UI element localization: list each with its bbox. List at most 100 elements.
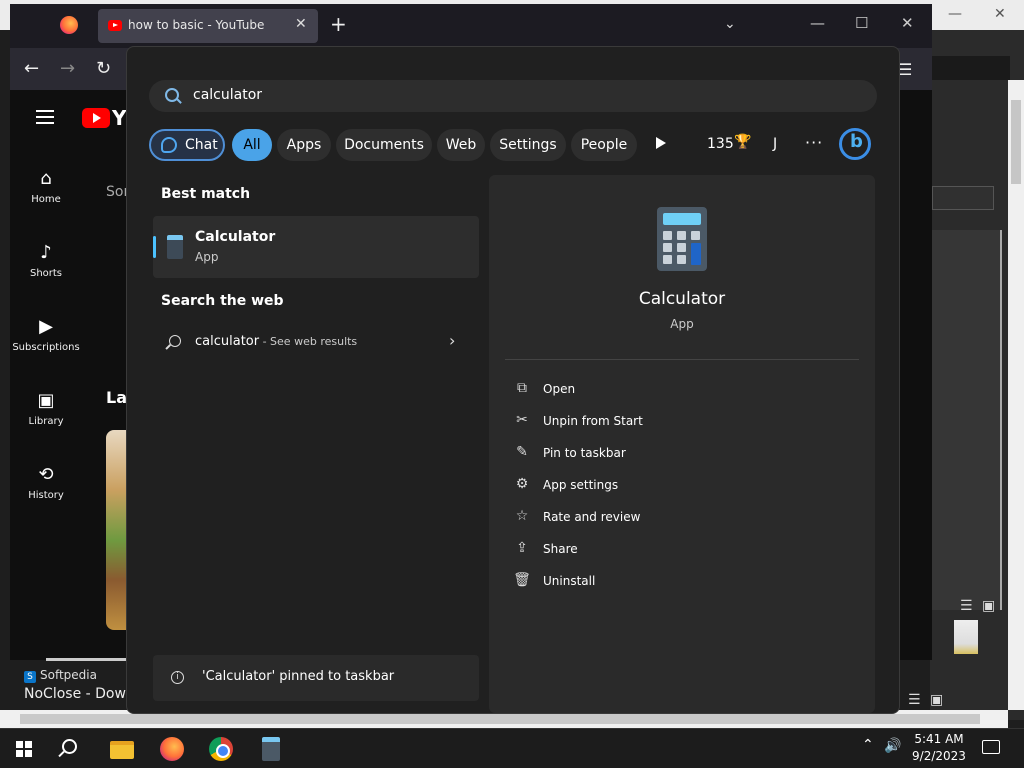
rewards-trophy-icon[interactable]: 🏆 bbox=[734, 134, 751, 150]
yt-nav-shorts[interactable]: ♪ Shorts bbox=[10, 242, 82, 279]
windows-start-icon[interactable] bbox=[16, 741, 32, 757]
tab-youtube[interactable]: how to basic - YouTube ✕ bbox=[98, 9, 318, 43]
forward-arrow-icon[interactable]: → bbox=[60, 58, 75, 79]
start-tile bbox=[25, 741, 32, 748]
new-tab-button[interactable]: + bbox=[330, 12, 347, 36]
firefox-taskbar-icon[interactable] bbox=[158, 735, 186, 763]
home-icon: ⌂ bbox=[40, 168, 52, 189]
bing-chat-icon bbox=[161, 137, 177, 153]
action-uninstall[interactable]: 🗑 Uninstall bbox=[513, 570, 833, 594]
action-rate-and-review[interactable]: ☆ Rate and review bbox=[513, 506, 833, 530]
detail-subtitle: App bbox=[670, 317, 694, 331]
background-list-panel bbox=[932, 230, 1002, 610]
action-unpin-from-start[interactable]: ✂ Unpin from Start bbox=[513, 410, 833, 434]
video-thumbnail[interactable] bbox=[106, 430, 128, 630]
taskbar: ⌃ 🔊 5:41 AM 9/2/2023 bbox=[0, 728, 1024, 768]
history-icon: ⟲ bbox=[38, 464, 54, 485]
chrome-icon[interactable] bbox=[207, 735, 235, 763]
search-input[interactable] bbox=[193, 87, 793, 103]
yt-nav-history[interactable]: ⟲ History bbox=[10, 464, 82, 501]
youtube-logo-icon[interactable] bbox=[82, 108, 110, 128]
thumbnail-view-icon-lower[interactable]: ▣ bbox=[930, 692, 943, 708]
clock-date[interactable]: 9/2/2023 bbox=[906, 749, 972, 763]
search-box[interactable] bbox=[149, 80, 877, 112]
best-match-subtitle: App bbox=[195, 250, 219, 264]
clock-time[interactable]: 5:41 AM bbox=[906, 732, 972, 746]
yt-nav-label: Shorts bbox=[29, 268, 63, 279]
filter-web[interactable]: Web bbox=[437, 129, 485, 161]
library-icon: ▣ bbox=[37, 390, 55, 411]
background-close-icon[interactable]: ✕ bbox=[994, 6, 1006, 22]
details-view-icon-lower[interactable]: ☰ bbox=[908, 692, 921, 708]
close-button[interactable]: ✕ bbox=[901, 14, 914, 32]
back-arrow-icon[interactable]: ← bbox=[24, 58, 39, 79]
toast-text: 'Calculator' pinned to taskbar bbox=[202, 669, 395, 684]
search-web-heading: Search the web bbox=[161, 293, 284, 309]
action-pin-to-taskbar[interactable]: ✎ Pin to taskbar bbox=[513, 442, 833, 466]
background-search-box[interactable] bbox=[932, 186, 994, 210]
app-menu-icon[interactable]: ☰ bbox=[898, 60, 912, 79]
start-search-panel: Chat All Apps Documents Web Settings Peo… bbox=[126, 46, 900, 714]
shorts-icon: ♪ bbox=[40, 242, 52, 263]
action-share[interactable]: ⇪ Share bbox=[513, 538, 833, 562]
firefox-icon bbox=[60, 16, 78, 34]
details-view-icon[interactable]: ☰ bbox=[960, 598, 973, 614]
yt-nav-home[interactable]: ⌂ Home bbox=[10, 168, 82, 205]
tab-list-chevron-icon[interactable]: ⌄ bbox=[724, 16, 736, 32]
minimize-button[interactable]: — bbox=[810, 14, 825, 32]
unpin-icon: ✂ bbox=[516, 412, 528, 428]
calculator-key bbox=[663, 255, 672, 264]
calculator-taskbar-icon[interactable] bbox=[256, 735, 284, 763]
hamburger-menu-icon[interactable] bbox=[36, 110, 54, 124]
best-match-calculator[interactable]: Calculator App bbox=[153, 216, 479, 278]
yt-nav-label: Home bbox=[31, 194, 61, 205]
calculator-key bbox=[677, 243, 686, 252]
filter-people[interactable]: People bbox=[571, 129, 637, 161]
volume-icon[interactable]: 🔊 bbox=[884, 738, 901, 754]
chrome-shape bbox=[209, 737, 233, 761]
calculator-equals-key bbox=[691, 243, 701, 265]
action-app-settings[interactable]: ⚙ App settings bbox=[513, 474, 833, 498]
pinned-toast: i 'Calculator' pinned to taskbar bbox=[153, 655, 479, 701]
tray-chevron-up-icon[interactable]: ⌃ bbox=[862, 737, 874, 753]
file-explorer-icon[interactable] bbox=[108, 735, 136, 763]
yt-nav-subscriptions[interactable]: ▶ Subscriptions bbox=[10, 316, 82, 353]
filter-row: Chat All Apps Documents Web Settings Peo… bbox=[149, 128, 889, 163]
calculator-screen bbox=[663, 213, 701, 225]
more-options-icon[interactable]: ··· bbox=[805, 133, 823, 152]
horizontal-scrollbar-thumb[interactable] bbox=[20, 714, 980, 724]
tab-close-icon[interactable]: ✕ bbox=[295, 16, 307, 32]
filter-all[interactable]: All bbox=[232, 129, 272, 161]
folder-shape bbox=[110, 741, 134, 759]
background-minimize-icon[interactable]: — bbox=[948, 6, 962, 22]
yt-nav-library[interactable]: ▣ Library bbox=[10, 390, 82, 427]
yt-nav-label: Library bbox=[28, 416, 64, 427]
notification-icon[interactable] bbox=[982, 740, 1000, 754]
open-icon: ⧉ bbox=[517, 380, 527, 396]
vertical-scrollbar-thumb[interactable] bbox=[1011, 100, 1021, 184]
calculator-key bbox=[677, 255, 686, 264]
bing-icon[interactable] bbox=[839, 128, 871, 160]
action-label: Rate and review bbox=[543, 510, 641, 524]
action-open[interactable]: ⧉ Open bbox=[513, 378, 833, 402]
web-result-text: calculator - See web results bbox=[195, 334, 357, 349]
filter-documents[interactable]: Documents bbox=[336, 129, 432, 161]
profile-avatar[interactable]: J bbox=[773, 136, 777, 152]
chevron-right-icon[interactable]: › bbox=[449, 331, 455, 350]
action-label: Unpin from Start bbox=[543, 414, 643, 428]
rewards-points[interactable]: 135 bbox=[707, 136, 734, 152]
web-result-calculator[interactable]: calculator - See web results › bbox=[153, 327, 479, 359]
selection-accent bbox=[153, 236, 156, 258]
youtube-logo-text[interactable]: Y bbox=[112, 106, 126, 130]
filter-apps[interactable]: Apps bbox=[277, 129, 331, 161]
reload-icon[interactable]: ↻ bbox=[96, 58, 111, 79]
background-window-toolbar bbox=[930, 56, 1010, 80]
softpedia-label: Softpedia bbox=[40, 668, 97, 682]
filter-chat[interactable]: Chat bbox=[149, 129, 225, 161]
filter-settings[interactable]: Settings bbox=[490, 129, 566, 161]
more-filters-play-icon[interactable] bbox=[656, 137, 666, 149]
taskbar-search-icon[interactable] bbox=[62, 739, 77, 754]
thumbnail-view-icon[interactable]: ▣ bbox=[982, 598, 995, 614]
maximize-button[interactable]: ☐ bbox=[855, 14, 868, 32]
calculator-key bbox=[663, 243, 672, 252]
